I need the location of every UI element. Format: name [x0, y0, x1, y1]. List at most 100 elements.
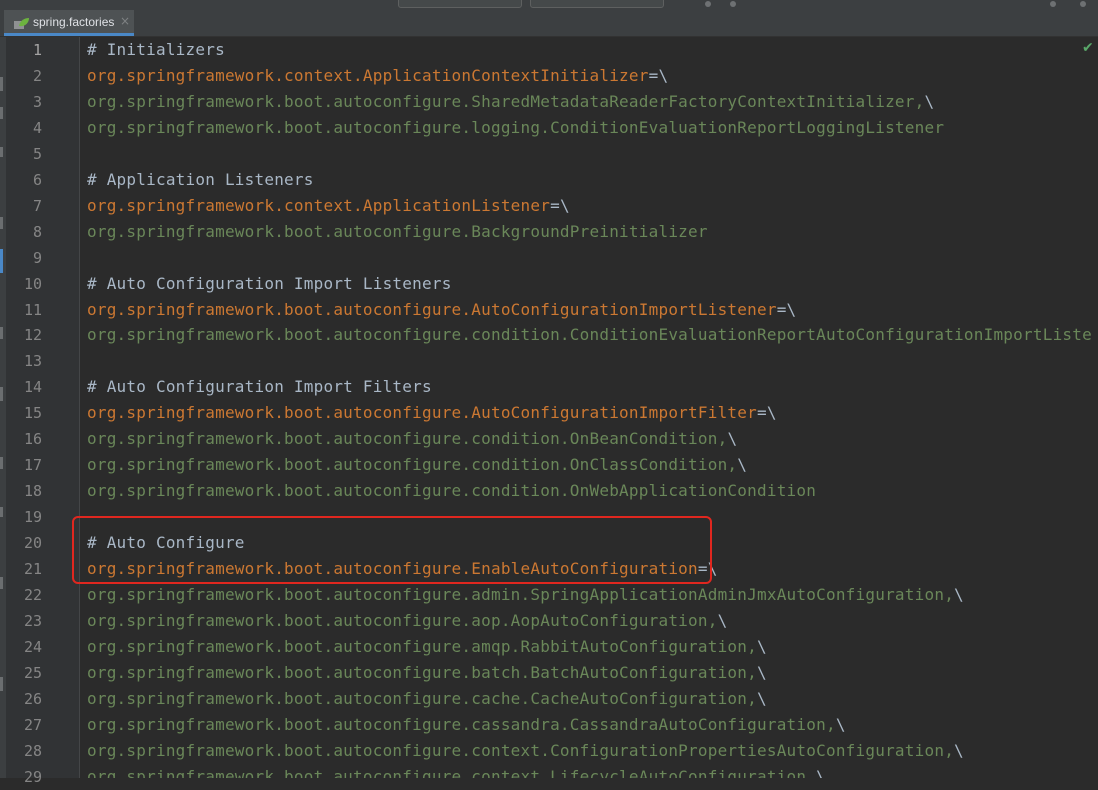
line-number: 10	[23, 274, 42, 293]
line-continuation-token: \	[737, 455, 748, 475]
property-value-token: org.springframework.boot.autoconfigure.B…	[87, 221, 708, 241]
line-continuation-token: \	[727, 429, 738, 449]
line-number: 11	[23, 300, 42, 319]
line-number: 24	[23, 637, 42, 656]
line-continuation-token: \	[757, 688, 767, 708]
code-line-content: # Auto Configuration Import Filters	[87, 374, 432, 400]
code-line-content: org.springframework.boot.autoconfigure.c…	[87, 322, 1092, 348]
code-editor[interactable]: # Initializers org.springframework.contex…	[80, 37, 1098, 778]
property-value-token: org.springframework.boot.autoconfigure.a…	[87, 610, 718, 630]
code-line-content: org.springframework.boot.autoconfigure.a…	[87, 608, 727, 634]
line-continuation-token: \	[717, 610, 728, 630]
property-value-token: org.springframework.boot.autoconfigure.c…	[87, 714, 836, 734]
property-key-token: org.springframework.context.ApplicationC…	[87, 65, 649, 85]
line-continuation-token: \	[835, 714, 846, 734]
code-line-content: org.springframework.boot.autoconfigure.b…	[87, 660, 767, 686]
property-value-token: org.springframework.boot.autoconfigure.a…	[87, 636, 757, 656]
line-continuation-token: \	[954, 584, 964, 604]
line-number: 25	[23, 663, 42, 682]
debug-icon[interactable]	[730, 1, 736, 7]
assignment-token: =\	[776, 299, 797, 319]
line-number: 26	[23, 689, 42, 708]
line-number-gutter[interactable]: 1 2 3 4 5 6 7 8 9 10 11 12 13 14 15 16 17 18 19 20 21 22 23 24 2…	[6, 37, 80, 786]
property-value-token: org.springframework.boot.autoconfigure.c…	[87, 325, 1092, 345]
line-number: 1	[32, 41, 42, 59]
line-continuation-token: \	[757, 662, 767, 682]
property-key-token: org.springframework.boot.autoconfigure.E…	[87, 559, 698, 578]
code-line-content: org.springframework.boot.autoconfigure.c…	[87, 738, 964, 764]
comment-token: # Auto Configuration Import Filters	[87, 377, 432, 397]
line-number: 3	[32, 92, 42, 111]
comment-token: # Auto Configuration Import Listeners	[87, 273, 452, 293]
line-number: 4	[32, 118, 42, 137]
search-everywhere-icon[interactable]	[1050, 1, 1056, 7]
line-number: 21	[23, 560, 42, 578]
code-line-content: org.springframework.boot.autoconfigure.c…	[87, 478, 816, 504]
property-value-token: org.springframework.boot.autoconfigure.c…	[87, 766, 817, 778]
line-number: 5	[32, 144, 42, 163]
run-icon[interactable]	[705, 1, 711, 7]
comment-token: # Application Listeners	[87, 169, 314, 189]
assignment-token: =\	[648, 65, 669, 85]
line-continuation-token: \	[924, 91, 935, 111]
property-key-token: org.springframework.boot.autoconfigure.A…	[87, 299, 777, 319]
code-line-content: org.springframework.boot.autoconfigure.l…	[87, 115, 944, 141]
line-number: 2	[32, 66, 42, 85]
code-line-content: org.springframework.context.ApplicationC…	[87, 63, 668, 89]
code-line-content: org.springframework.boot.autoconfigure.c…	[87, 452, 747, 478]
code-line-content: # Application Listeners	[87, 167, 314, 193]
code-line-content: # Initializers	[87, 37, 225, 63]
run-config-selector[interactable]	[398, 0, 522, 8]
property-value-token: org.springframework.boot.autoconfigure.S…	[87, 91, 925, 111]
code-line-content: org.springframework.boot.autoconfigure.a…	[87, 634, 767, 660]
code-line-content: org.springframework.boot.autoconfigure.E…	[87, 556, 718, 582]
assignment-token: =\	[550, 195, 570, 215]
line-number: 16	[23, 430, 42, 449]
comment-token: # Initializers	[87, 40, 225, 59]
line-number: 19	[23, 508, 42, 527]
code-line-content: org.springframework.boot.autoconfigure.a…	[87, 582, 964, 608]
line-number: 7	[32, 196, 42, 215]
property-key-token: org.springframework.boot.autoconfigure.A…	[87, 403, 757, 423]
spring-leaf-icon	[14, 18, 29, 29]
line-number: 17	[23, 456, 42, 475]
settings-icon[interactable]	[1080, 1, 1086, 7]
line-number: 13	[23, 352, 42, 371]
property-value-token: org.springframework.boot.autoconfigure.c…	[87, 455, 738, 475]
property-value-token: org.springframework.boot.autoconfigure.c…	[87, 429, 728, 449]
line-number: 9	[32, 248, 42, 267]
editor-tab-bar: spring.factories ×	[0, 10, 1098, 37]
assignment-token: =\	[757, 403, 777, 423]
property-value-token: org.springframework.boot.autoconfigure.c…	[87, 688, 757, 708]
line-number: 14	[23, 378, 42, 397]
property-value-token: org.springframework.boot.autoconfigure.b…	[87, 662, 757, 682]
line-number: 23	[23, 611, 42, 630]
comment-token: # Auto Configure	[87, 533, 245, 553]
code-line-content: org.springframework.boot.autoconfigure.B…	[87, 219, 708, 245]
line-number: 18	[23, 482, 42, 501]
property-value-token: org.springframework.boot.autoconfigure.a…	[87, 584, 955, 604]
tab-label: spring.factories	[33, 15, 115, 29]
check-icon: ✔	[1082, 40, 1094, 56]
line-number: 15	[23, 404, 42, 423]
line-number: 6	[32, 170, 42, 189]
property-value-token: org.springframework.boot.autoconfigure.c…	[87, 481, 817, 501]
line-number: 20	[23, 534, 42, 553]
close-tab-icon[interactable]: ×	[120, 14, 130, 28]
tab-spring-factories[interactable]: spring.factories ×	[4, 10, 134, 36]
branch-selector[interactable]	[530, 0, 664, 8]
code-line-content: org.springframework.boot.autoconfigure.A…	[87, 297, 796, 323]
line-continuation-token: \	[816, 766, 826, 778]
line-number: 8	[32, 222, 42, 241]
line-number: 28	[23, 741, 42, 760]
line-number: 22	[23, 585, 42, 604]
code-line-content: org.springframework.boot.autoconfigure.A…	[87, 400, 777, 426]
code-line-content: # Auto Configure	[87, 530, 245, 556]
code-line-content: org.springframework.boot.autoconfigure.c…	[87, 686, 767, 712]
code-line-content: org.springframework.boot.autoconfigure.c…	[87, 426, 737, 452]
property-value-token: org.springframework.boot.autoconfigure.l…	[87, 117, 945, 137]
line-number: 29	[23, 767, 42, 786]
line-continuation-token: \	[757, 636, 767, 656]
line-continuation-token: \	[954, 740, 964, 760]
line-number: 12	[23, 326, 42, 345]
